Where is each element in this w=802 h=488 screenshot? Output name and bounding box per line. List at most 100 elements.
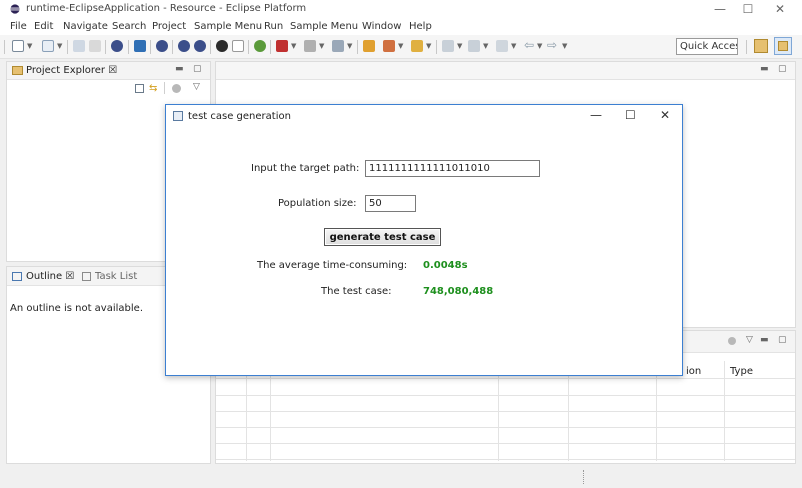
menu-help[interactable]: Help [409,21,432,32]
skip-breakpoints-icon[interactable] [216,40,228,52]
chevron-down-icon[interactable]: ▼ [57,42,62,50]
menu-sample-menu-2[interactable]: Sample Menu [290,21,358,32]
toolbar-separator [4,40,5,54]
toolbar-separator [164,82,165,94]
toolbar-separator [357,40,358,54]
table-row [216,443,795,444]
maximize-icon[interactable]: ☐ [625,108,636,122]
resource-perspective-icon[interactable] [774,37,792,55]
close-button[interactable]: ✕ [766,1,794,17]
window-title: runtime-EclipseApplication - Resource - … [26,3,307,14]
link-editor-icon[interactable]: ⇆ [149,83,157,94]
target-path-label: Input the target path: [251,163,360,174]
chevron-down-icon[interactable]: ▼ [319,42,324,50]
project-explorer-tabbar: Project Explorer ☒ ▬ ▢ [7,62,210,80]
avg-time-value: 0.0048s [423,260,468,271]
minimize-view-button[interactable]: ▬ [760,335,769,345]
chevron-down-icon[interactable]: ▼ [347,42,352,50]
new-window-icon[interactable] [42,40,54,52]
status-bar [0,466,802,488]
save-all-icon[interactable] [89,40,101,52]
main-toolbar: ▼ ▼ ▼ ▼ ▼ ▼ ▼ ▼ ▼ ▼ ⇦ ▼ ⇨ ▼ Quick Access [0,35,802,59]
toolbar-separator [210,40,211,54]
menu-file[interactable]: File [10,21,27,32]
column-header-type[interactable]: Type [730,366,753,377]
chevron-down-icon[interactable]: ▼ [457,42,462,50]
chevron-down-icon[interactable]: ▼ [511,42,516,50]
folder-icon [12,66,23,75]
back-icon[interactable]: ⇦ [524,38,534,52]
last-edit-icon[interactable] [496,40,508,52]
chevron-down-icon[interactable]: ▼ [27,42,32,50]
tab-project-explorer[interactable]: Project Explorer ☒ [26,65,117,76]
generate-test-case-button[interactable]: generate test case [324,228,441,246]
next-annotation-icon[interactable] [468,40,480,52]
folder-icon [778,41,788,51]
minimize-view-button[interactable]: ▬ [760,64,769,74]
debug-icon[interactable] [276,40,288,52]
test-case-label: The test case: [321,286,392,297]
view-menu-icon[interactable]: ▽ [193,82,200,92]
forward-icon[interactable]: ⇨ [547,38,557,52]
external-tools-icon[interactable] [332,40,344,52]
menu-edit[interactable]: Edit [34,21,53,32]
minimize-button[interactable]: — [706,1,734,17]
filter-icon[interactable] [172,84,181,93]
toolbar-separator [436,40,437,54]
toolbar-separator [105,40,106,54]
menu-sample-menu[interactable]: Sample Menu [194,21,262,32]
chevron-down-icon[interactable]: ▼ [562,42,567,50]
chevron-down-icon[interactable]: ▼ [537,42,542,50]
view-menu-icon[interactable]: ▽ [746,335,753,345]
tab-outline[interactable]: Outline ☒ [26,271,74,282]
menu-run[interactable]: Run [264,21,283,32]
toolbar-separator [746,40,747,54]
debug-target-icon[interactable] [111,40,123,52]
search-icon[interactable] [411,40,423,52]
menu-window[interactable]: Window [362,21,401,32]
chevron-down-icon[interactable]: ▼ [291,42,296,50]
quick-access-input[interactable]: Quick Access [676,38,738,55]
new-icon[interactable] [12,40,24,52]
population-size-input[interactable] [365,195,416,212]
run-icon[interactable] [304,40,316,52]
filter-icon[interactable] [728,337,736,345]
annotation-icon[interactable] [442,40,454,52]
window-title-bar: runtime-EclipseApplication - Resource - … [0,0,802,18]
dialog-title: test case generation [188,111,291,122]
collapse-all-icon[interactable] [135,84,144,93]
save-icon[interactable] [73,40,85,52]
task-list-icon [82,272,91,281]
external-icon[interactable] [232,40,244,52]
chevron-down-icon[interactable]: ▼ [426,42,431,50]
sample-action-3-icon[interactable] [194,40,206,52]
outline-empty-message: An outline is not available. [10,303,143,314]
sample-action-2-icon[interactable] [178,40,190,52]
terminal-icon[interactable] [134,40,146,52]
open-type-icon[interactable] [363,40,375,52]
chevron-down-icon[interactable]: ▼ [483,42,488,50]
column-header-location[interactable]: ion [686,366,701,377]
maximize-view-button[interactable]: ▢ [778,64,787,74]
chevron-down-icon[interactable]: ▼ [398,42,403,50]
maximize-view-button[interactable]: ▢ [778,335,787,345]
minimize-view-button[interactable]: ▬ [175,64,184,74]
open-task-icon[interactable] [383,40,395,52]
menu-search[interactable]: Search [112,21,146,32]
minimize-icon[interactable]: — [590,108,602,122]
toolbar-separator [172,40,173,54]
sample-action-icon[interactable] [156,40,168,52]
close-icon[interactable]: ✕ [660,108,670,122]
toolbar-separator [270,40,271,54]
maximize-button[interactable]: ☐ [734,1,762,17]
tab-task-list[interactable]: Task List [95,271,137,282]
test-case-value: 748,080,488 [423,286,494,297]
open-perspective-icon[interactable] [754,39,768,53]
refresh-icon[interactable] [254,40,266,52]
outline-icon [12,272,22,281]
menu-project[interactable]: Project [152,21,186,32]
maximize-view-button[interactable]: ▢ [193,64,202,74]
toolbar-separator [248,40,249,54]
menu-navigate[interactable]: Navigate [63,21,108,32]
target-path-input[interactable] [365,160,540,177]
